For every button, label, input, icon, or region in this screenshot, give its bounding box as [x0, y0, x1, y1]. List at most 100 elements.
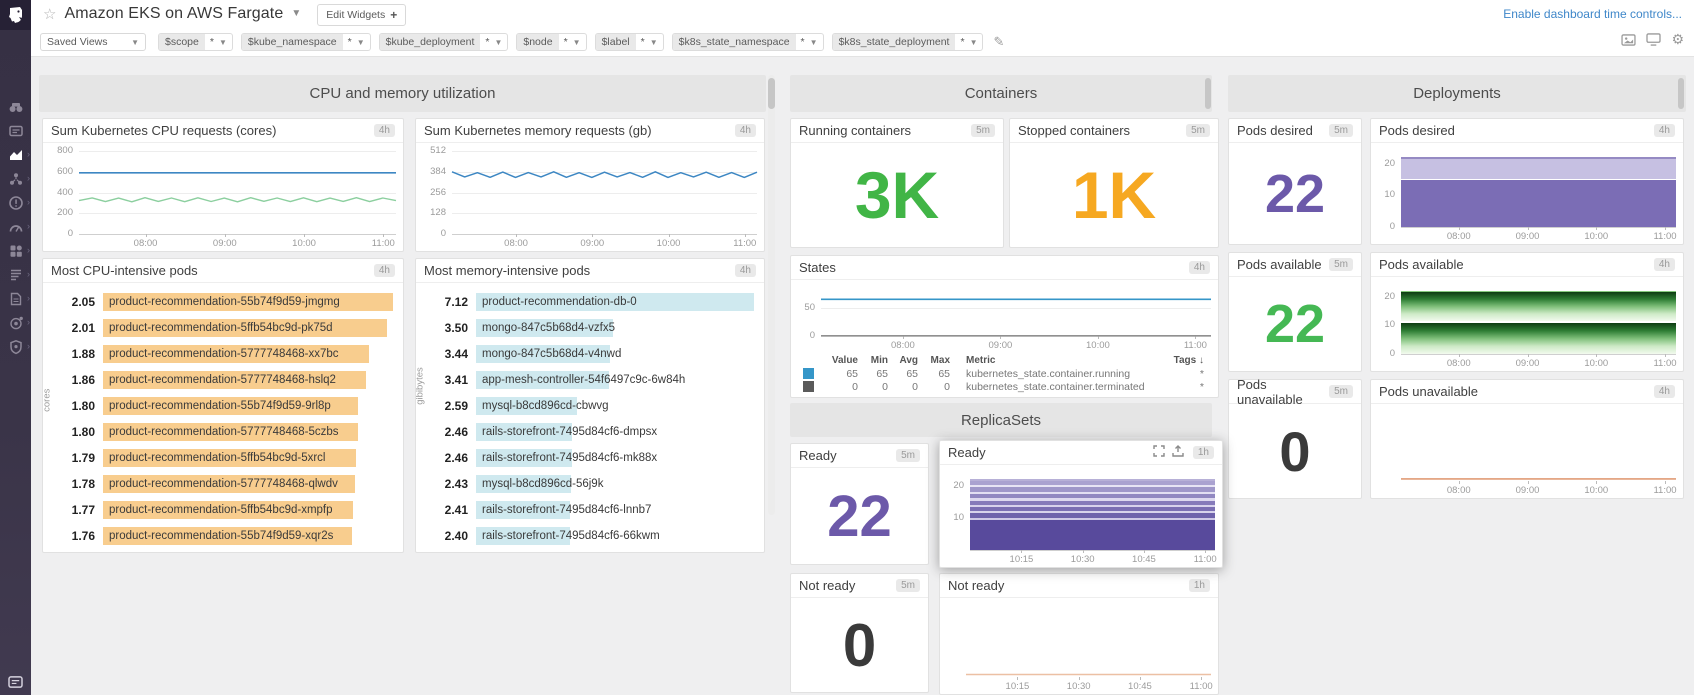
toplist-row[interactable]: 7.12product-recommendation-db-0 — [434, 289, 754, 315]
widget-pods-available-chart[interactable]: Pods available 4h 2010008:0009:0010:0011… — [1370, 252, 1684, 372]
template-var-value: * — [636, 36, 650, 48]
widget-pods-unavailable[interactable]: Pods unavailable 5m 0 — [1228, 379, 1362, 499]
widget-running-containers[interactable]: Running containers 5m 3K — [790, 118, 1004, 248]
toplist-bar: mongo-847c5b68d4-vzfx5 — [476, 319, 613, 337]
scrollbar-thumb-right[interactable] — [1678, 78, 1684, 109]
pods-unavailable-chart[interactable]: 08:0009:0010:0011:00 — [1371, 404, 1683, 498]
sidebar-item-synthetics[interactable]: › — [0, 314, 31, 331]
group-deployments-header[interactable]: Deployments — [1228, 75, 1686, 112]
toplist-row[interactable]: 2.41rails-storefront-7495d84cf6-lnnb7 — [434, 497, 754, 523]
not-ready-chart[interactable]: 10:1510:3010:4511:00 — [940, 598, 1218, 694]
sidebar-item-watchdog[interactable] — [0, 98, 31, 115]
group-replicasets-header[interactable]: ReplicaSets — [790, 403, 1212, 437]
timeframe-badge: 5m — [896, 579, 920, 592]
ready-chart[interactable]: 201010:1510:3010:4511:00 — [940, 465, 1222, 567]
gear-icon[interactable]: ⚙ — [1671, 31, 1684, 48]
sidebar-item-integrations[interactable]: › — [0, 242, 31, 259]
toplist-row[interactable]: 1.80product-recommendation-55b74f9d59-9r… — [61, 393, 393, 419]
memory-requests-chart[interactable]: 512384256128008:0009:0010:0011:00 — [416, 143, 764, 251]
sidebar-item-notebooks[interactable]: › — [0, 266, 31, 283]
x-tick-label: 11:00 — [1643, 358, 1687, 369]
toplist-row[interactable]: 2.01product-recommendation-5ffb54bc9d-pk… — [61, 315, 393, 341]
expand-icon[interactable] — [1153, 444, 1165, 462]
scrollbar-thumb-middle[interactable] — [1205, 78, 1211, 109]
template-var-name: $kube_namespace — [242, 34, 343, 50]
sidebar-item-infrastructure[interactable]: › — [0, 170, 31, 187]
template-var-scope[interactable]: $scope*▼ — [158, 33, 233, 51]
pods-available-chart[interactable]: 2010008:0009:0010:0011:00 — [1371, 277, 1683, 371]
widget-cpu-toplist[interactable]: Most CPU-intensive pods 4h cores2.05prod… — [42, 258, 404, 553]
scrollbar-track-left[interactable] — [768, 75, 775, 515]
toplist-row[interactable]: 1.78product-recommendation-5777748468-ql… — [61, 471, 393, 497]
x-tick-label: 08:00 — [1437, 358, 1481, 369]
sidebar-item-apm[interactable]: › — [0, 218, 31, 235]
edit-variables-pencil-icon[interactable]: ✎ — [993, 34, 1004, 50]
toplist-row[interactable]: 1.79product-recommendation-5ffb54bc9d-5x… — [61, 445, 393, 471]
widget-states[interactable]: States 4h 50008:0009:0010:0011:00 ValueM… — [790, 255, 1219, 398]
toplist-row[interactable]: 1.88product-recommendation-5777748468-xx… — [61, 341, 393, 367]
favorite-star-icon[interactable]: ☆ — [43, 5, 56, 23]
template-var-kube_deployment[interactable]: $kube_deployment*▼ — [379, 33, 509, 51]
chevron-down-icon: ▼ — [219, 38, 232, 47]
widget-pods-available[interactable]: Pods available 5m 22 — [1228, 252, 1362, 372]
toplist-row[interactable]: 1.80product-recommendation-5777748468-5c… — [61, 419, 393, 445]
toplist-row[interactable]: 2.46rails-storefront-7495d84cf6-mk88x — [434, 445, 754, 471]
template-var-label[interactable]: $label*▼ — [595, 33, 664, 51]
datadog-logo[interactable] — [0, 0, 31, 30]
x-tickmark — [1205, 550, 1206, 553]
template-var-k8s_state_deployment[interactable]: $k8s_state_deployment*▼ — [832, 33, 984, 51]
widget-cpu-requests[interactable]: Sum Kubernetes CPU requests (cores) 4h 8… — [42, 118, 404, 252]
widget-ready-chart[interactable]: Ready 1h 201010:1510:3010:4511:00 — [939, 440, 1223, 568]
widget-pods-desired[interactable]: Pods desired 5m 22 — [1228, 118, 1362, 245]
cpu-requests-chart[interactable]: 800600400200008:0009:0010:0011:00 — [43, 143, 403, 251]
widget-pods-desired-chart[interactable]: Pods desired 4h 2010008:0009:0010:0011:0… — [1370, 118, 1684, 245]
widget-stopped-containers[interactable]: Stopped containers 5m 1K — [1009, 118, 1219, 248]
widget-not-ready[interactable]: Not ready 5m 0 — [790, 573, 929, 693]
x-axis-line — [1401, 354, 1676, 355]
y-tick-label: 20 — [1371, 291, 1395, 302]
sidebar-bottom-icon[interactable] — [0, 676, 31, 689]
tv-mode-icon[interactable] — [1646, 33, 1661, 46]
legend-value: 65 — [822, 368, 858, 380]
toplist-row[interactable]: 3.50mongo-847c5b68d4-vzfx5 — [434, 315, 754, 341]
widget-ready[interactable]: Ready 5m 22 — [790, 443, 929, 565]
legend-row[interactable]: 0000kubernetes_state.container.terminate… — [803, 380, 1208, 393]
states-chart[interactable]: 50008:0009:0010:0011:00 — [791, 280, 1218, 353]
widget-memory-requests[interactable]: Sum Kubernetes memory requests (gb) 4h 5… — [415, 118, 765, 252]
toplist-row[interactable]: 1.77product-recommendation-5ffb54bc9d-xm… — [61, 497, 393, 523]
pods-desired-chart[interactable]: 2010008:0009:0010:0011:00 — [1371, 143, 1683, 244]
group-containers-header[interactable]: Containers — [790, 75, 1212, 112]
template-var-kube_namespace[interactable]: $kube_namespace*▼ — [241, 33, 371, 51]
saved-views-dropdown[interactable]: Saved Views ▼ — [40, 33, 146, 51]
template-var-k8s_state_namespace[interactable]: $k8s_state_namespace*▼ — [672, 33, 824, 51]
toplist-row[interactable]: 1.76product-recommendation-55b74f9d59-xq… — [61, 523, 393, 549]
toplist-bar: rails-storefront-7495d84cf6-dmpsx — [476, 423, 572, 441]
title-chevron-down-icon[interactable]: ▼ — [291, 8, 301, 19]
snapshot-icon[interactable] — [1621, 34, 1636, 46]
toplist-row[interactable]: 2.59mysql-b8cd896cd-cbwvg — [434, 393, 754, 419]
sidebar-item-security[interactable]: › — [0, 338, 31, 355]
widget-not-ready-chart[interactable]: Not ready 1h 10:1510:3010:4511:00 — [939, 573, 1219, 695]
toplist-row[interactable]: 2.43mysql-b8cd896cd-56j9k — [434, 471, 754, 497]
widget-memory-toplist[interactable]: Most memory-intensive pods 4h gibibytes7… — [415, 258, 765, 553]
toplist-row[interactable]: 3.44mongo-847c5b68d4-v4nwd — [434, 341, 754, 367]
scrollbar-thumb-left[interactable] — [768, 78, 775, 109]
sidebar-item-logs[interactable]: › — [0, 290, 31, 307]
toplist-row[interactable]: 1.86product-recommendation-5777748468-hs… — [61, 367, 393, 393]
toplist-row[interactable]: 3.41app-mesh-controller-54f6497c9c-6w84h — [434, 367, 754, 393]
enable-time-controls-link[interactable]: Enable dashboard time controls... — [1503, 7, 1682, 21]
legend-col-header[interactable]: Tags ↓ — [1166, 355, 1208, 366]
sidebar-item-monitors[interactable]: › — [0, 194, 31, 211]
legend-row[interactable]: 65656565kubernetes_state.container.runni… — [803, 367, 1208, 380]
toplist-row[interactable]: 2.05product-recommendation-55b74f9d59-jm… — [61, 289, 393, 315]
template-var-node[interactable]: $node*▼ — [516, 33, 586, 51]
widget-pods-unavailable-chart[interactable]: Pods unavailable 4h 08:0009:0010:0011:00 — [1370, 379, 1684, 499]
toplist-row[interactable]: 2.40rails-storefront-7495d84cf6-66kwm — [434, 523, 754, 549]
sidebar-item-dashboards[interactable] — [0, 122, 31, 139]
group-cpu-memory-header[interactable]: CPU and memory utilization — [39, 75, 766, 112]
toplist-row[interactable]: 2.46rails-storefront-7495d84cf6-dmpsx — [434, 419, 754, 445]
sidebar-item-metrics[interactable]: › — [0, 146, 31, 163]
edit-widgets-button[interactable]: Edit Widgets + — [317, 4, 406, 26]
template-var-name: $node — [517, 34, 558, 50]
export-icon[interactable] — [1172, 444, 1184, 462]
